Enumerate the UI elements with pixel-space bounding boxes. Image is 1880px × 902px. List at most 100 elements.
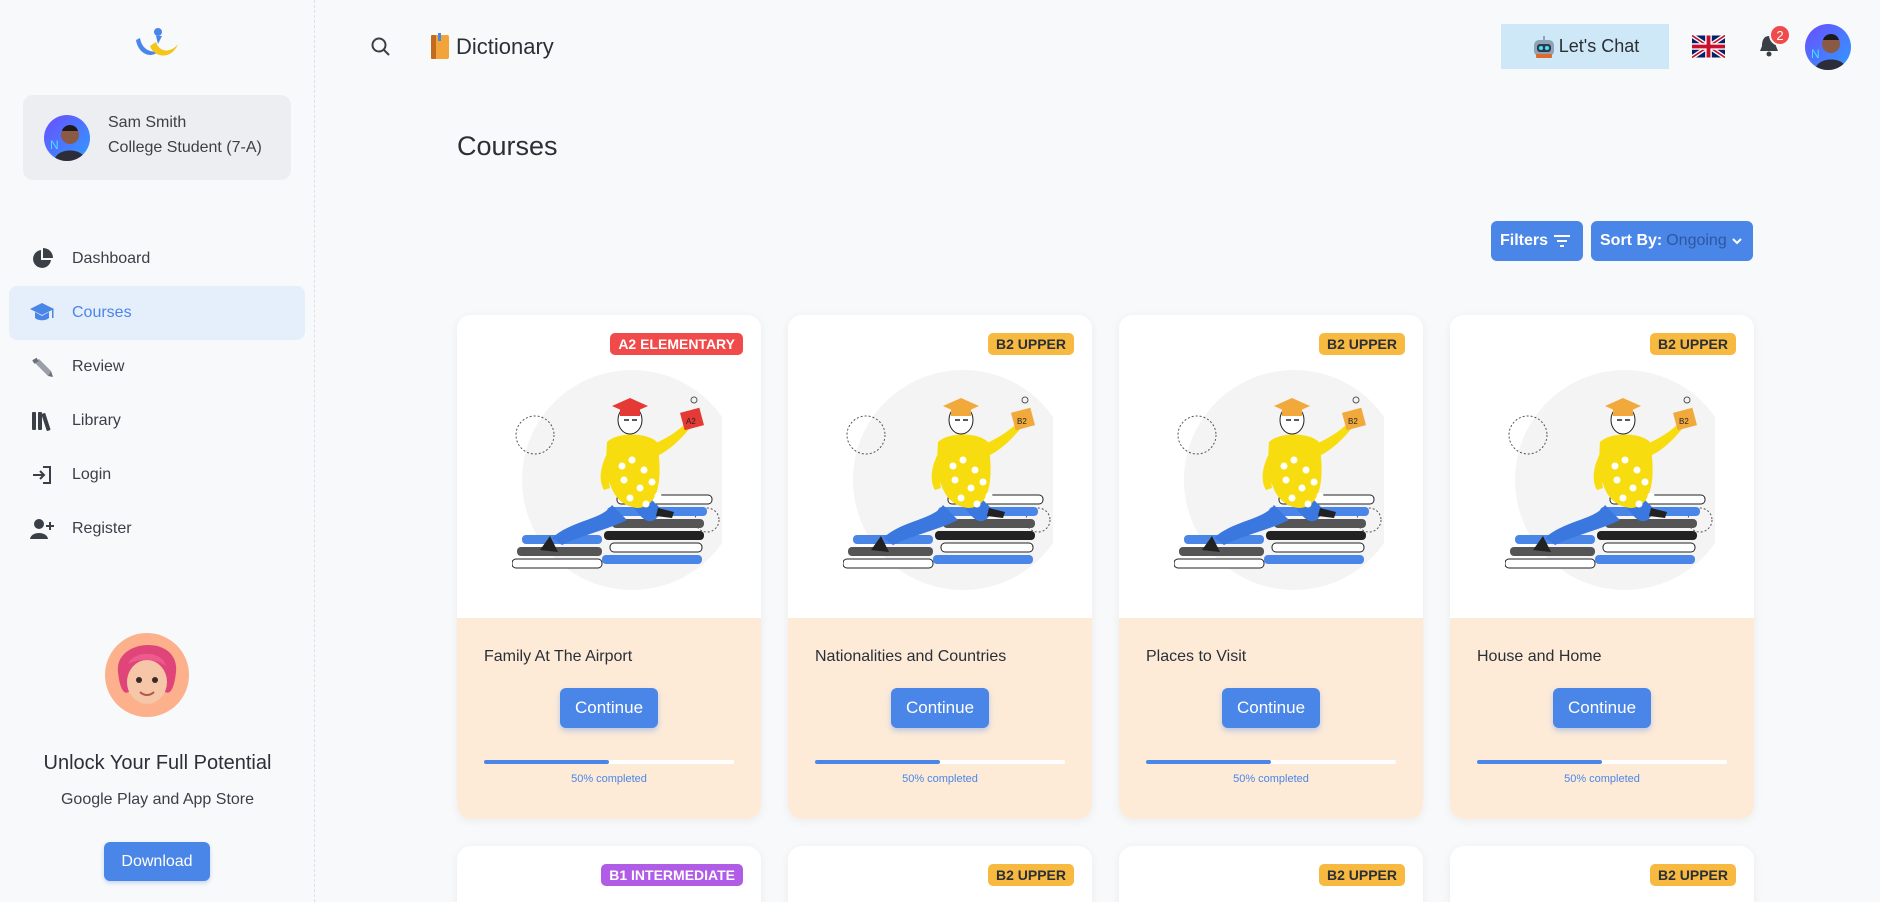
course-card[interactable]: B2 UPPER (1450, 846, 1754, 902)
progress-fill (484, 760, 609, 764)
sidebar-item-library[interactable]: Library (9, 394, 305, 448)
promo-subtitle: Google Play and App Store (60, 791, 255, 808)
progress-fill (1146, 760, 1271, 764)
sidebar-item-courses[interactable]: Courses (9, 286, 305, 340)
course-title: House and Home (1477, 648, 1602, 665)
course-image: A2 A2 ELEMENTARY (457, 315, 761, 618)
student-illustration-icon: B2 (1504, 370, 1735, 600)
course-image: B2 B2 UPPER (1119, 315, 1423, 618)
progress-text: 50% completed (1564, 773, 1640, 785)
continue-button[interactable]: Continue (560, 688, 658, 728)
pie-chart-icon (29, 246, 55, 272)
sidebar-item-dashboard[interactable]: Dashboard (9, 232, 305, 286)
course-card[interactable]: B2 B2 UPPER Nationalities and Countries … (788, 315, 1092, 819)
svg-text:B2: B2 (1679, 417, 1689, 426)
filters-label: Filters (1500, 232, 1549, 249)
student-illustration-icon: B2 (842, 370, 1073, 600)
progress-text: 50% completed (571, 773, 647, 785)
level-badge: B2 UPPER (1318, 864, 1405, 886)
level-badge: B2 UPPER (1649, 333, 1736, 355)
lets-chat-button[interactable]: Let's Chat (1501, 24, 1669, 69)
level-badge: B2 UPPER (1649, 864, 1736, 886)
course-card[interactable]: B2 UPPER (788, 846, 1092, 902)
course-card[interactable]: A2 A2 ELEMENTARY Family At The Airport C… (457, 315, 761, 819)
user-name: Sam Smith (108, 114, 187, 131)
course-title: Family At The Airport (484, 648, 633, 665)
progress-bar (484, 760, 734, 764)
svg-text:N: N (1811, 47, 1820, 61)
sidebar-item-register[interactable]: Register (9, 502, 305, 556)
level-badge: A2 ELEMENTARY (610, 333, 743, 355)
profile-card[interactable]: N Sam Smith College Student (7-A) (23, 95, 291, 180)
progress-fill (1477, 760, 1602, 764)
course-card[interactable]: B2 B2 UPPER House and Home Continue 50% … (1450, 315, 1754, 819)
graduation-cap-icon (29, 300, 55, 326)
course-info: Family At The Airport Continue 50% compl… (457, 618, 761, 819)
student-illustration-icon: A2 (511, 370, 742, 600)
chevron-down-icon (1732, 238, 1742, 245)
progress-bar (815, 760, 1065, 764)
search-icon[interactable] (370, 36, 392, 58)
filters-button[interactable]: Filters (1491, 221, 1583, 261)
page-title: Courses (457, 131, 558, 161)
sidebar-item-label: Register (72, 520, 132, 537)
progress-text: 50% completed (1233, 773, 1309, 785)
add-user-icon (29, 516, 55, 542)
course-image: B2 B2 UPPER (788, 315, 1092, 618)
course-info: House and Home Continue 50% completed (1450, 618, 1754, 819)
progress-text: 50% completed (902, 773, 978, 785)
svg-text:A2: A2 (686, 417, 696, 426)
course-card[interactable]: B1 INTERMEDIATE (457, 846, 761, 902)
sidebar-item-label: Courses (72, 304, 132, 321)
sort-label: Sort By: (1600, 232, 1663, 249)
progress-bar (1477, 760, 1727, 764)
sidebar-nav: Dashboard Courses Review Library Login R… (9, 232, 305, 556)
uk-flag-icon[interactable] (1692, 35, 1725, 58)
continue-button[interactable]: Continue (891, 688, 989, 728)
level-badge: B2 UPPER (1318, 333, 1405, 355)
svg-text:B2: B2 (1017, 417, 1027, 426)
sidebar-item-label: Dashboard (72, 250, 151, 267)
sidebar-item-login[interactable]: Login (9, 448, 305, 502)
course-card[interactable]: B2 B2 UPPER Places to Visit Continue 50%… (1119, 315, 1423, 819)
course-card[interactable]: B2 UPPER (1119, 846, 1423, 902)
continue-button[interactable]: Continue (1553, 688, 1651, 728)
progress-fill (815, 760, 940, 764)
sidebar: N Sam Smith College Student (7-A) Dashbo… (0, 0, 315, 902)
level-badge: B2 UPPER (987, 333, 1074, 355)
svg-text:B2: B2 (1348, 417, 1358, 426)
progress-bar (1146, 760, 1396, 764)
student-illustration-icon: B2 (1173, 370, 1404, 600)
sort-dropdown[interactable]: Sort By: Ongoing (1591, 221, 1753, 261)
filter-icon (1554, 235, 1570, 247)
login-icon (29, 462, 55, 488)
download-button[interactable]: Download (104, 842, 210, 881)
user-role: College Student (7-A) (108, 139, 262, 156)
promo-avatar-icon (105, 633, 189, 717)
app-logo-icon[interactable] (132, 26, 180, 62)
level-badge: B2 UPPER (987, 864, 1074, 886)
promo-title: Unlock Your Full Potential (43, 752, 272, 774)
continue-button[interactable]: Continue (1222, 688, 1320, 728)
sidebar-item-label: Review (72, 358, 125, 375)
pen-icon (29, 354, 55, 380)
sidebar-item-review[interactable]: Review (9, 340, 305, 394)
notification-badge: 2 (1769, 24, 1791, 46)
course-title: Nationalities and Countries (815, 648, 1007, 665)
svg-text:N: N (50, 138, 59, 152)
robot-icon (1533, 35, 1554, 58)
avatar[interactable]: N (1805, 24, 1851, 70)
avatar: N (44, 115, 90, 161)
sort-value: Ongoing (1666, 232, 1727, 249)
book-icon (431, 33, 449, 59)
level-badge: B1 INTERMEDIATE (601, 864, 743, 886)
sidebar-item-label: Login (72, 466, 112, 483)
course-info: Nationalities and Countries Continue 50%… (788, 618, 1092, 819)
course-info: Places to Visit Continue 50% completed (1119, 618, 1423, 819)
course-image: B2 B2 UPPER (1450, 315, 1754, 618)
sidebar-item-label: Library (72, 412, 121, 429)
books-icon (29, 408, 55, 434)
course-title: Places to Visit (1146, 648, 1247, 665)
dictionary-link[interactable]: Dictionary (456, 34, 554, 60)
lets-chat-label: Let's Chat (1558, 36, 1640, 56)
